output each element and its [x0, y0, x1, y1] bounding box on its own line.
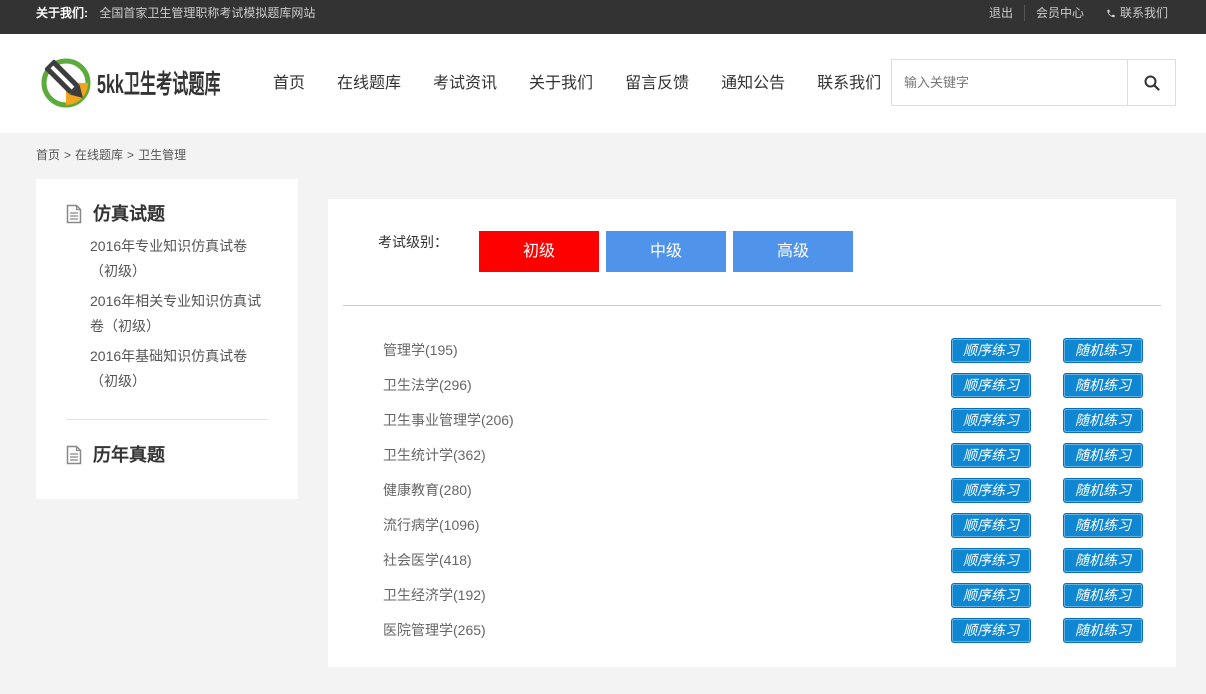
logo-text: 5kk卫生考试题库 [97, 68, 220, 99]
site-header: 5kk卫生考试题库 首页 在线题库 考试资讯 关于我们 留言反馈 通知公告 联系… [0, 34, 1206, 133]
sequential-practice-button[interactable]: 顺序练习 [951, 618, 1031, 643]
subject-row: 卫生法学(296) 顺序练习 随机练习 [383, 368, 1143, 403]
subject-row: 卫生事业管理学(206) 顺序练习 随机练习 [383, 403, 1143, 438]
top-bar-intro: 关于我们: 全国首家卫生管理职称考试模拟题库网站 [36, 5, 315, 21]
subject-row: 社会医学(418) 顺序练习 随机练习 [383, 543, 1143, 578]
nav-home[interactable]: 首页 [273, 34, 305, 133]
nav-question-bank[interactable]: 在线题库 [337, 34, 401, 133]
document-icon [66, 445, 82, 465]
random-practice-button[interactable]: 随机练习 [1063, 513, 1143, 538]
phone-icon [1107, 9, 1115, 17]
sequential-practice-button[interactable]: 顺序练习 [951, 548, 1031, 573]
random-practice-button[interactable]: 随机练习 [1063, 478, 1143, 503]
sidebar-item-basic-knowledge[interactable]: 2016年基础知识仿真试卷（初级） [90, 344, 266, 394]
subject-name: 管理学(195) [383, 342, 458, 358]
nav-exam-news[interactable]: 考试资讯 [433, 34, 497, 133]
level-tab-junior[interactable]: 初级 [479, 231, 599, 272]
random-practice-button[interactable]: 随机练习 [1063, 443, 1143, 468]
about-label: 关于我们: [36, 6, 88, 20]
search-button[interactable] [1127, 60, 1175, 105]
subject-row: 流行病学(1096) 顺序练习 随机练习 [383, 508, 1143, 543]
search-box [891, 59, 1176, 106]
subject-list: 管理学(195) 顺序练习 随机练习 卫生法学(296) 顺序练习 随机练习 卫生事业管理学… [383, 333, 1143, 648]
exam-level-tabs: 初级 中级 高级 [479, 231, 860, 272]
sidebar: 仿真试题 2016年专业知识仿真试卷（初级） 2016年相关专业知识仿真试卷（初… [36, 179, 298, 499]
random-practice-button[interactable]: 随机练习 [1063, 373, 1143, 398]
random-practice-button[interactable]: 随机练习 [1063, 618, 1143, 643]
level-tab-senior[interactable]: 高级 [733, 231, 853, 272]
breadcrumb-current[interactable]: 卫生管理 [138, 148, 186, 162]
subject-name: 健康教育(280) [383, 482, 472, 498]
nav-notice[interactable]: 通知公告 [721, 34, 785, 133]
logout-link[interactable]: 退出 [978, 5, 1025, 21]
random-practice-button[interactable]: 随机练习 [1063, 548, 1143, 573]
sidebar-divider [66, 419, 268, 420]
sidebar-section-title: 历年真题 [93, 445, 165, 465]
search-icon [1144, 75, 1160, 91]
subject-name: 流行病学(1096) [383, 517, 480, 533]
contact-link[interactable]: 联系我们 [1095, 5, 1168, 21]
subject-name: 卫生法学(296) [383, 377, 472, 393]
random-practice-button[interactable]: 随机练习 [1063, 583, 1143, 608]
sidebar-section-title: 仿真试题 [93, 204, 165, 224]
nav-about[interactable]: 关于我们 [529, 34, 593, 133]
sidebar-item-professional-knowledge[interactable]: 2016年专业知识仿真试卷（初级） [90, 234, 266, 284]
random-practice-button[interactable]: 随机练习 [1063, 408, 1143, 433]
subject-name: 卫生统计学(362) [383, 447, 486, 463]
sequential-practice-button[interactable]: 顺序练习 [951, 338, 1031, 363]
subject-name: 卫生经济学(192) [383, 587, 486, 603]
subject-name: 卫生事业管理学(206) [383, 412, 514, 428]
document-icon [66, 204, 82, 224]
main-content: 考试级别： 初级 中级 高级 管理学(195) 顺序练习 随机练习 卫生法学(296)… [328, 199, 1176, 667]
sidebar-section-past-exams[interactable]: 历年真题 [66, 443, 165, 467]
breadcrumb-separator: > [64, 148, 72, 162]
sequential-practice-button[interactable]: 顺序练习 [951, 478, 1031, 503]
subject-row: 健康教育(280) 顺序练习 随机练习 [383, 473, 1143, 508]
sequential-practice-button[interactable]: 顺序练习 [951, 408, 1031, 433]
sidebar-section-simulation: 仿真试题 [66, 202, 165, 226]
sidebar-item-list: 2016年专业知识仿真试卷（初级） 2016年相关专业知识仿真试卷（初级） 20… [90, 234, 266, 399]
sequential-practice-button[interactable]: 顺序练习 [951, 443, 1031, 468]
main-nav: 首页 在线题库 考试资讯 关于我们 留言反馈 通知公告 联系我们 [273, 34, 881, 133]
site-slogan: 全国首家卫生管理职称考试模拟题库网站 [99, 6, 316, 20]
subject-row: 管理学(195) 顺序练习 随机练习 [383, 333, 1143, 368]
breadcrumb-separator: > [127, 148, 135, 162]
nav-feedback[interactable]: 留言反馈 [625, 34, 689, 133]
sequential-practice-button[interactable]: 顺序练习 [951, 583, 1031, 608]
breadcrumb: 首页 > 在线题库 > 卫生管理 [36, 148, 186, 162]
exam-level-label: 考试级别： [378, 234, 448, 250]
subject-row: 医院管理学(265) 顺序练习 随机练习 [383, 613, 1143, 648]
pencil-logo-icon [41, 58, 91, 108]
subject-row: 卫生统计学(362) 顺序练习 随机练习 [383, 438, 1143, 473]
subject-row: 卫生经济学(192) 顺序练习 随机练习 [383, 578, 1143, 613]
site-logo[interactable]: 5kk卫生考试题库 [40, 55, 220, 109]
level-tab-intermediate[interactable]: 中级 [606, 231, 726, 272]
sequential-practice-button[interactable]: 顺序练习 [951, 373, 1031, 398]
breadcrumb-home[interactable]: 首页 [36, 148, 60, 162]
subject-name: 社会医学(418) [383, 552, 472, 568]
random-practice-button[interactable]: 随机练习 [1063, 338, 1143, 363]
top-bar: 关于我们: 全国首家卫生管理职称考试模拟题库网站 退出 会员中心 联系我们 [0, 0, 1206, 34]
search-input[interactable] [892, 60, 1127, 105]
breadcrumb-question-bank[interactable]: 在线题库 [75, 148, 123, 162]
nav-contact[interactable]: 联系我们 [817, 34, 881, 133]
top-bar-links: 退出 会员中心 联系我们 [978, 5, 1168, 21]
member-center-link[interactable]: 会员中心 [1025, 5, 1095, 21]
contact-label: 联系我们 [1119, 6, 1168, 20]
content-divider [343, 305, 1161, 306]
subject-name: 医院管理学(265) [383, 622, 486, 638]
sidebar-item-related-knowledge[interactable]: 2016年相关专业知识仿真试卷（初级） [90, 289, 266, 339]
sequential-practice-button[interactable]: 顺序练习 [951, 513, 1031, 538]
